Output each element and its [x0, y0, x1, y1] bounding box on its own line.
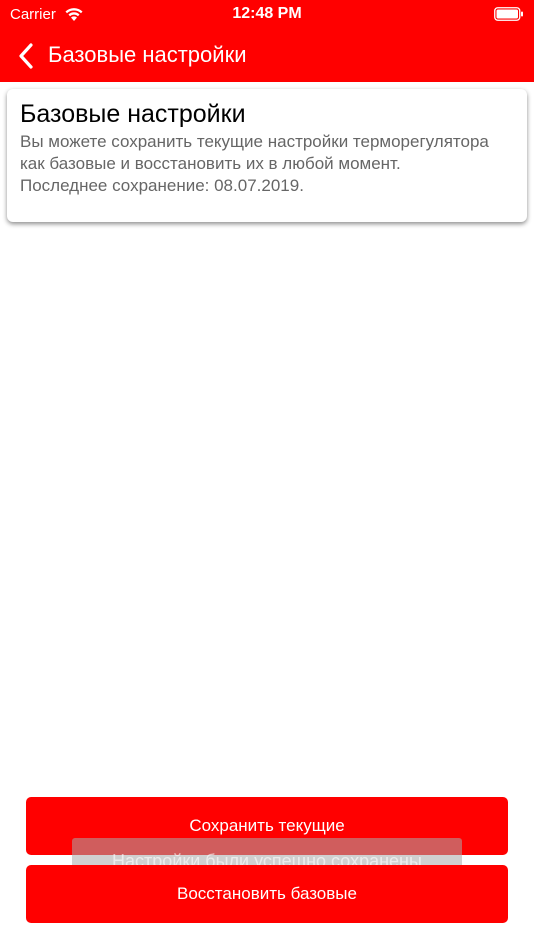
back-button[interactable] [8, 38, 44, 74]
navigation-bar: Базовые настройки [0, 30, 534, 82]
last-saved-text: Последнее сохранение: 08.07.2019. [20, 176, 304, 195]
status-bar: Carrier 12:48 PM [0, 0, 534, 30]
chevron-left-icon [19, 43, 33, 69]
card-description: Вы можете сохранить текущие настройки те… [20, 132, 489, 173]
nav-title: Базовые настройки [48, 42, 247, 67]
card-title: Базовые настройки [20, 100, 246, 128]
battery-icon [494, 7, 524, 21]
status-time: 12:48 PM [232, 5, 302, 22]
restore-base-button[interactable]: Восстановить базовые [26, 865, 508, 923]
info-card: Базовые настройки Вы можете сохранить те… [7, 89, 527, 222]
app-screen: Carrier 12:48 PM Базовые настройки Базов… [0, 0, 534, 950]
